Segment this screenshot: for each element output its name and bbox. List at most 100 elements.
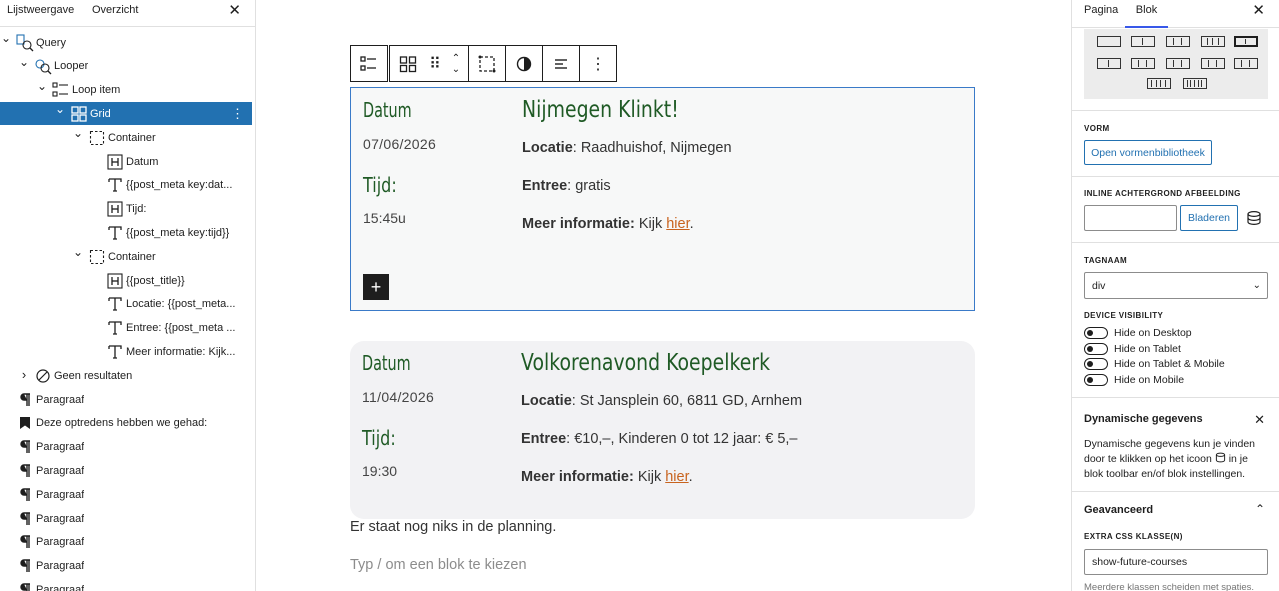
event-time[interactable]: 15:45u [363,210,406,226]
event-more-info[interactable]: Meer informatie: Kijk hier. [522,216,694,232]
tree-item[interactable]: Meer informatie: Kijk... [0,340,252,363]
more-info-link[interactable]: hier [665,469,688,485]
tree-item[interactable]: ⌄ Container [0,126,252,149]
layout-option[interactable] [1097,58,1121,69]
drag-handle-icon[interactable]: ⠿ [426,46,444,81]
chevron-down-icon[interactable]: ⌄ [73,245,83,259]
toggle-switch[interactable] [1084,343,1108,355]
contrast-icon[interactable] [506,46,542,81]
event-entry[interactable]: Entree: gratis [522,178,611,194]
layout-option[interactable] [1234,36,1258,47]
event-date[interactable]: 11/04/2026 [362,389,434,405]
datum-heading[interactable]: Datum [363,98,412,122]
event-date[interactable]: 07/06/2026 [363,136,436,152]
select-box-icon[interactable] [469,46,505,81]
datum-heading[interactable]: Datum [362,351,411,375]
chevron-down-icon[interactable]: ⌄ [1,31,11,45]
align-left-icon[interactable] [543,46,579,81]
tab-block[interactable]: Blok [1125,0,1168,28]
tree-item[interactable]: ⌄ Query [0,31,252,54]
advanced-panel-toggle[interactable]: Geavanceerd [1084,504,1153,516]
layout-option[interactable] [1097,36,1121,47]
layout-option[interactable] [1131,36,1155,47]
tree-item[interactable]: Paragraaf [0,436,252,459]
event-title[interactable]: Volkorenavond Koepelkerk [521,350,770,376]
toggle-hide-tablet[interactable]: Hide on Tablet [1084,342,1181,356]
tree-item[interactable]: Paragraaf [0,578,252,591]
chevron-right-icon[interactable]: › [19,367,29,382]
event-title[interactable]: Nijmegen Klinkt! [522,97,679,123]
tree-item[interactable]: Paragraaf [0,555,252,578]
block-placeholder[interactable]: Typ / om een blok te kiezen [350,557,527,573]
layout-option[interactable] [1131,58,1155,69]
vorm-heading: VORM [1084,124,1110,133]
tree-item[interactable]: Tijd: [0,198,252,221]
bg-image-input[interactable] [1084,205,1177,231]
database-icon [1215,452,1225,463]
tijd-heading[interactable]: Tijd: [362,426,396,450]
close-icon[interactable]: ✕ [228,1,241,19]
database-icon[interactable] [1246,210,1262,231]
tree-item[interactable]: Paragraaf [0,483,252,506]
tagname-select[interactable]: div ⌄ [1084,272,1268,299]
tree-item[interactable]: Locatie: {{post_meta... [0,293,252,316]
more-options-icon[interactable]: ⋮ [580,46,616,81]
chevron-down-icon[interactable]: ⌄ [55,102,65,116]
event-location[interactable]: Locatie: Raadhuishof, Nijmegen [522,140,732,156]
event-card[interactable]: Datum 07/06/2026 Tijd: 15:45u Nijmegen K… [350,87,975,311]
layout-option[interactable] [1201,58,1225,69]
tab-overview[interactable]: Overzicht [92,4,138,16]
layout-option[interactable] [1201,36,1225,47]
add-block-button[interactable]: + [363,274,389,300]
layout-option[interactable] [1166,36,1190,47]
css-class-input[interactable]: show-future-courses [1084,549,1268,575]
grid-icon[interactable] [390,46,426,81]
move-up-down-icon[interactable]: ⌃ ⌄ [444,46,468,81]
more-info-link[interactable]: hier [666,216,689,232]
toggle-hide-desktop[interactable]: Hide on Desktop [1084,326,1192,340]
tree-item[interactable]: ⌄ Looper [0,55,252,78]
layout-option[interactable] [1234,58,1258,69]
tree-item[interactable]: Entree: {{post_meta ... [0,317,252,340]
tree-item[interactable]: Deze optredens hebben we gehad: [0,412,252,435]
browse-button[interactable]: Bladeren [1180,205,1238,231]
toggle-switch[interactable] [1084,358,1108,370]
tree-item[interactable]: ⌄ Grid ⋮ [0,102,252,126]
close-icon[interactable]: ✕ [1254,412,1265,428]
toggle-switch[interactable] [1084,327,1108,339]
layout-option[interactable] [1147,78,1171,89]
tree-item[interactable]: ⌄ Container [0,245,252,268]
tree-item[interactable]: Paragraaf [0,507,252,530]
chevron-up-icon[interactable]: ⌃ [1255,502,1265,516]
chevron-down-icon[interactable]: ⌄ [19,55,29,69]
no-results-text[interactable]: Er staat nog niks in de planning. [350,519,556,535]
toggle-hide-tablet-mobile[interactable]: Hide on Tablet & Mobile [1084,357,1225,371]
tab-list-view[interactable]: Lijstweergave [7,4,74,16]
tree-item[interactable]: {{post_meta key:dat... [0,174,252,197]
event-time[interactable]: 19:30 [362,463,397,479]
tree-item[interactable]: {{post_meta key:tijd}} [0,221,252,244]
chevron-down-icon[interactable]: ⌄ [37,79,47,93]
toggle-switch[interactable] [1084,374,1108,386]
event-more-info[interactable]: Meer informatie: Kijk hier. [521,469,693,485]
tree-item[interactable]: Paragraaf [0,531,252,554]
layout-option[interactable] [1183,78,1207,89]
select-parent-button[interactable] [351,46,387,81]
more-options-icon[interactable]: ⋮ [231,106,244,122]
tijd-heading[interactable]: Tijd: [363,173,397,197]
event-location[interactable]: Locatie: St Jansplein 60, 6811 GD, Arnhe… [521,393,802,409]
layout-option[interactable] [1166,58,1190,69]
open-shape-library-button[interactable]: Open vormenbibliotheek [1084,140,1212,165]
tree-item[interactable]: Paragraaf [0,459,252,482]
tree-item[interactable]: Paragraaf [0,388,252,411]
tab-page[interactable]: Pagina [1084,4,1118,16]
chevron-down-icon[interactable]: ⌄ [73,126,83,140]
tree-item[interactable]: › Geen resultaten [0,364,252,387]
event-entry[interactable]: Entree: €10,–, Kinderen 0 tot 12 jaar: €… [521,431,798,447]
tree-item[interactable]: Datum [0,150,252,173]
toggle-hide-mobile[interactable]: Hide on Mobile [1084,373,1184,387]
close-icon[interactable]: ✕ [1252,1,1265,19]
event-card[interactable]: Datum 11/04/2026 Tijd: 19:30 Volkorenavo… [350,341,975,519]
tree-item[interactable]: {{post_title}} [0,269,252,292]
tree-item[interactable]: ⌄ Loop item [0,79,252,102]
